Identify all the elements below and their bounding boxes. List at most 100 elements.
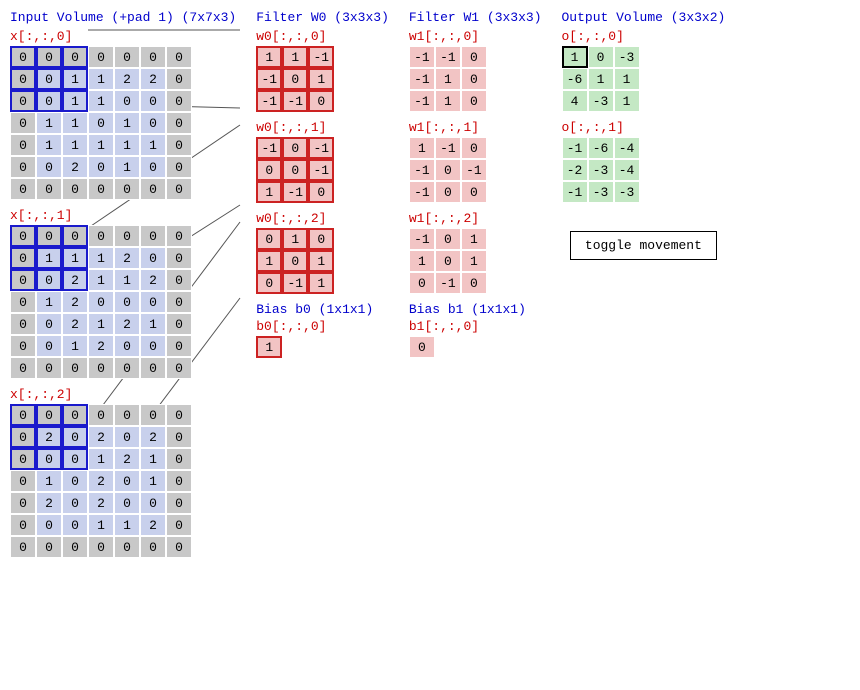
grid-cell: 2: [114, 313, 140, 335]
grid-cell: 0: [435, 159, 461, 181]
input-grid-2: 0000000020202000012100102010020200000011…: [10, 404, 236, 558]
toggle-movement-button[interactable]: toggle movement: [570, 231, 717, 260]
filter-w1-slice-label: w1[:,:,2]: [409, 211, 542, 226]
grid-cell: 0: [62, 178, 88, 200]
grid-cell: 0: [36, 404, 62, 426]
output-cell: 1: [588, 68, 614, 90]
grid-cell: 0: [62, 536, 88, 558]
output-cell: -4: [614, 137, 640, 159]
grid-cell: -1: [409, 181, 435, 203]
grid-cell: -1: [409, 228, 435, 250]
output-cell: -4: [614, 159, 640, 181]
grid-cell: 1: [88, 313, 114, 335]
output-cell: -3: [614, 181, 640, 203]
filter-w0-header: Filter W0 (3x3x3): [256, 10, 389, 25]
input-grid-0: 0000000001122000110000110100011111000201…: [10, 46, 236, 200]
grid-cell: 1: [461, 228, 487, 250]
grid-cell: 0: [114, 46, 140, 68]
grid-cell: 0: [166, 269, 192, 291]
grid-cell: 1: [256, 181, 282, 203]
grid-cell: 0: [114, 404, 140, 426]
filter-w0-grid-2: 0101010-11: [256, 228, 389, 294]
grid-cell: 1: [88, 247, 114, 269]
grid-cell: -1: [409, 68, 435, 90]
grid-cell: 0: [140, 536, 166, 558]
grid-cell: 0: [308, 90, 334, 112]
filter-w0-slice-label: w0[:,:,2]: [256, 211, 389, 226]
grid-cell: 0: [435, 228, 461, 250]
output-cell: -6: [588, 137, 614, 159]
grid-cell: 0: [435, 181, 461, 203]
bias-b1-cell: 0: [409, 336, 435, 358]
bias-b0-label: b0[:,:,0]: [256, 319, 389, 334]
grid-cell: 0: [10, 269, 36, 291]
grid-cell: 0: [88, 178, 114, 200]
bias-b1-label: b1[:,:,0]: [409, 319, 542, 334]
grid-cell: 1: [36, 134, 62, 156]
filter-w0-slice-label: w0[:,:,1]: [256, 120, 389, 135]
filter-w1-grid-1: 1-10-10-1-100: [409, 137, 542, 203]
grid-cell: 0: [166, 112, 192, 134]
grid-cell: 0: [166, 247, 192, 269]
grid-cell: 0: [114, 426, 140, 448]
grid-cell: -1: [282, 181, 308, 203]
grid-cell: 0: [88, 225, 114, 247]
grid-cell: 0: [62, 404, 88, 426]
grid-cell: 1: [88, 134, 114, 156]
grid-cell: 2: [62, 313, 88, 335]
output-cell: -1: [562, 181, 588, 203]
input-header: Input Volume (+pad 1) (7x7x3): [10, 10, 236, 25]
grid-cell: 0: [62, 448, 88, 470]
grid-cell: 1: [435, 90, 461, 112]
grid-cell: 0: [166, 514, 192, 536]
filter-w1-slice-label: w1[:,:,1]: [409, 120, 542, 135]
grid-cell: 0: [10, 46, 36, 68]
grid-cell: 1: [282, 46, 308, 68]
grid-cell: 0: [461, 68, 487, 90]
output-cell: -3: [588, 159, 614, 181]
grid-cell: 0: [461, 90, 487, 112]
grid-cell: 0: [166, 291, 192, 313]
grid-cell: 2: [62, 291, 88, 313]
grid-cell: 0: [36, 514, 62, 536]
grid-cell: 0: [10, 448, 36, 470]
filter-w1-grid-2: -1011010-10: [409, 228, 542, 294]
grid-cell: 0: [88, 357, 114, 379]
grid-cell: 0: [36, 178, 62, 200]
grid-cell: 0: [10, 156, 36, 178]
grid-cell: 1: [409, 250, 435, 272]
grid-cell: -1: [256, 68, 282, 90]
grid-cell: 0: [256, 159, 282, 181]
input-grid-1: 0000000011120000211200120000002121000120…: [10, 225, 236, 379]
grid-cell: 0: [114, 90, 140, 112]
output-cell: -2: [562, 159, 588, 181]
output-cell: 1: [614, 68, 640, 90]
output-cell: 4: [562, 90, 588, 112]
filter-w0-grid-0: 11-1-101-1-10: [256, 46, 389, 112]
grid-cell: 1: [88, 269, 114, 291]
grid-cell: 1: [282, 228, 308, 250]
grid-cell: 0: [36, 269, 62, 291]
grid-cell: -1: [256, 137, 282, 159]
grid-cell: 1: [140, 134, 166, 156]
grid-cell: 0: [166, 46, 192, 68]
filter-w0-column: Filter W0 (3x3x3) w0[:,:,0] 11-1-101-1-1…: [256, 10, 389, 566]
filter-w1-slice-label: w1[:,:,0]: [409, 29, 542, 44]
grid-cell: 2: [140, 514, 166, 536]
grid-cell: 0: [62, 514, 88, 536]
grid-cell: 0: [140, 46, 166, 68]
grid-cell: 0: [36, 448, 62, 470]
grid-cell: 1: [62, 335, 88, 357]
grid-cell: 0: [166, 90, 192, 112]
input-slice-label: x[:,:,1]: [10, 208, 236, 223]
output-grid-1: -1-6-4-2-3-4-1-3-3: [562, 137, 726, 203]
output-grid-0: 10-3-6114-31: [562, 46, 726, 112]
output-cell: -3: [588, 181, 614, 203]
grid-cell: 0: [10, 335, 36, 357]
grid-cell: 1: [36, 247, 62, 269]
grid-cell: 0: [166, 335, 192, 357]
grid-cell: 1: [114, 269, 140, 291]
grid-cell: 2: [140, 426, 166, 448]
grid-cell: 0: [461, 46, 487, 68]
grid-cell: 0: [88, 156, 114, 178]
